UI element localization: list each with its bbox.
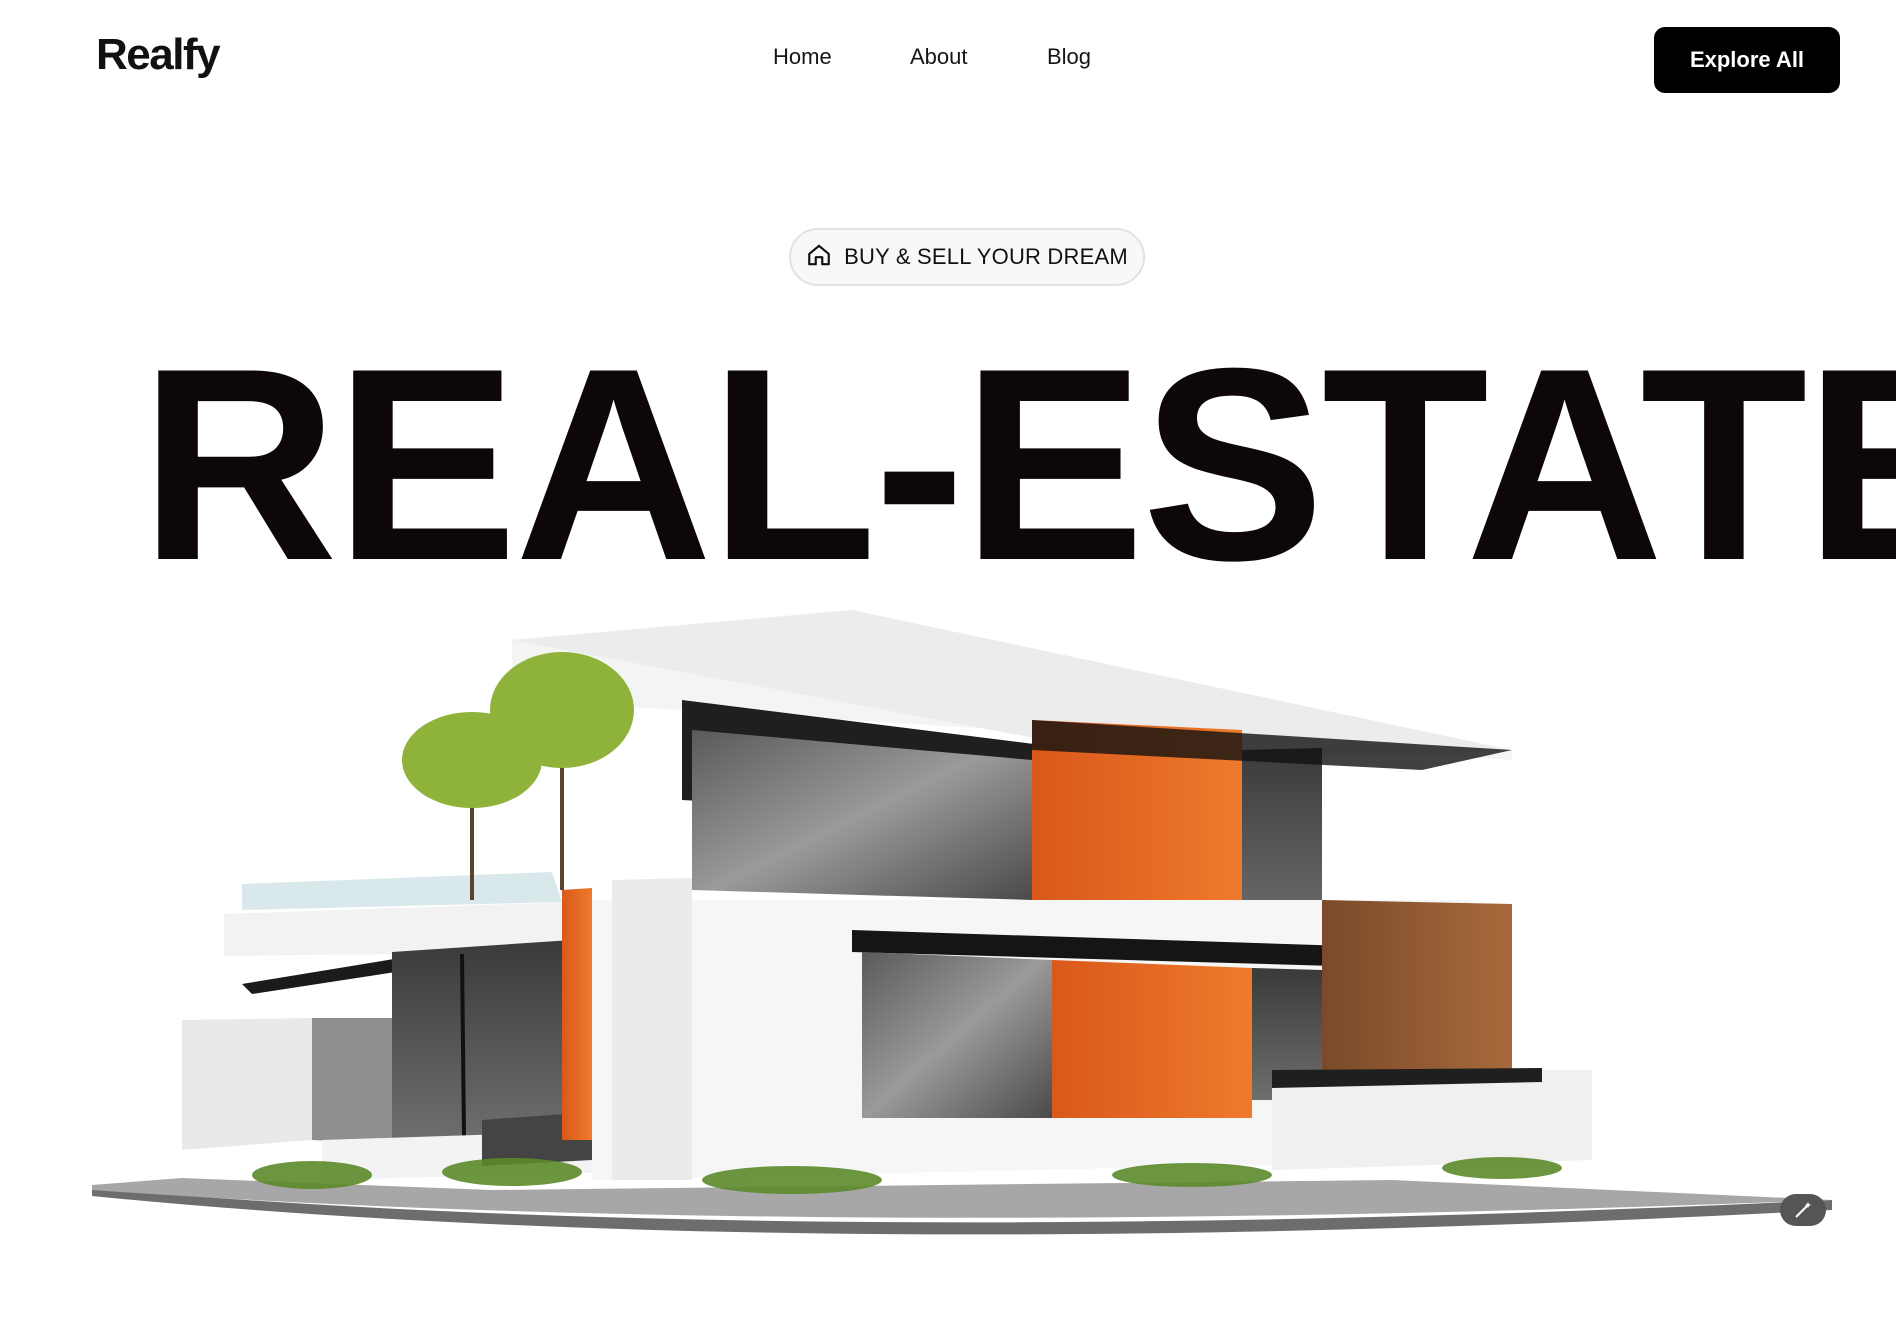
magic-wand-button[interactable]: [1780, 1194, 1826, 1226]
nav-home-link[interactable]: Home: [773, 44, 832, 70]
nav-blog-link[interactable]: Blog: [1047, 44, 1091, 70]
house-illustration: [92, 610, 1832, 1235]
hero-title: REAL-ESTATE: [140, 312, 1896, 618]
main-nav: Home About Blog: [0, 44, 1896, 78]
magic-wand-icon: [1795, 1202, 1811, 1218]
home-icon: [806, 242, 832, 273]
explore-all-button[interactable]: Explore All: [1654, 27, 1840, 93]
nav-about-link[interactable]: About: [910, 44, 968, 70]
hero-badge-text: BUY & SELL YOUR DREAM: [844, 244, 1128, 269]
hero-badge: BUY & SELL YOUR DREAM: [789, 228, 1145, 286]
